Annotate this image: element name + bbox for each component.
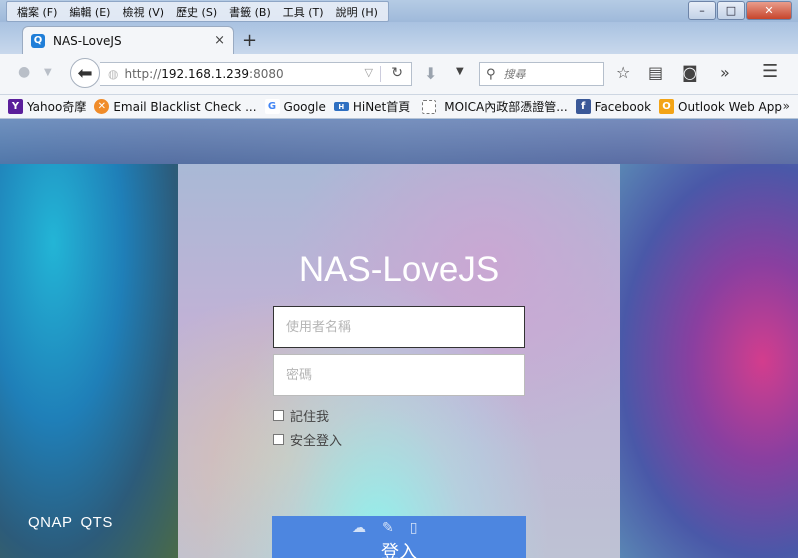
search-input[interactable] bbox=[501, 66, 596, 82]
search-box: ⚲ bbox=[479, 62, 604, 86]
window-controls: – □ ✕ bbox=[687, 1, 792, 20]
menu-view[interactable]: 檢視 (V) bbox=[116, 4, 170, 20]
username-input[interactable] bbox=[273, 306, 525, 348]
google-icon: G bbox=[264, 99, 280, 114]
login-button-label: 登入 bbox=[381, 542, 417, 558]
globe-icon: ◍ bbox=[108, 67, 119, 81]
url-text: http://192.168.1.239:8080 bbox=[124, 67, 284, 81]
minimize-button[interactable]: – bbox=[688, 1, 716, 20]
bookmark-label: Facebook bbox=[594, 99, 652, 114]
menu-bar: 檔案 (F) 編輯 (E) 檢視 (V) 歷史 (S) 書籤 (B) 工具 (T… bbox=[6, 1, 389, 22]
qnap-logo: QNAP QTS bbox=[28, 514, 113, 531]
bookmarks-bar: Y Yahoo奇摩 ✕ Email Blacklist Check ... G … bbox=[0, 95, 798, 119]
password-input[interactable] bbox=[273, 354, 525, 396]
bookmark-star-icon[interactable]: ☆ bbox=[616, 63, 630, 82]
search-icon: ⚲ bbox=[486, 66, 496, 82]
product-name: QTS bbox=[80, 514, 113, 531]
bookmark-label: Google bbox=[283, 99, 326, 114]
close-window-button[interactable]: ✕ bbox=[746, 1, 792, 20]
blacklist-check-icon: ✕ bbox=[94, 99, 110, 114]
tab-close-icon[interactable]: × bbox=[214, 33, 225, 48]
reload-icon[interactable]: ↻ bbox=[391, 65, 403, 81]
brand-name: QNAP bbox=[28, 514, 73, 531]
window-titlebar: 檔案 (F) 編輯 (E) 檢視 (V) 歷史 (S) 書籤 (B) 工具 (T… bbox=[0, 0, 798, 22]
qnap-favicon-icon: Q bbox=[31, 33, 45, 48]
bookmark-yahoo[interactable]: Y Yahoo奇摩 bbox=[8, 98, 86, 115]
secure-login-row[interactable]: 安全登入 bbox=[273, 430, 342, 449]
facebook-icon: f bbox=[575, 99, 591, 114]
menu-bookmarks[interactable]: 書籤 (B) bbox=[223, 4, 277, 20]
overflow-chevron-icon[interactable]: » bbox=[720, 63, 730, 82]
download-icon[interactable]: ⬇ bbox=[424, 64, 437, 83]
url-bar[interactable]: ◍ http://192.168.1.239:8080 ▽ ↻ bbox=[100, 62, 412, 86]
bookmark-label: Yahoo奇摩 bbox=[27, 100, 87, 114]
remember-me-checkbox[interactable] bbox=[273, 410, 284, 421]
navigation-bar: ● ▼ ⬅ ◍ http://192.168.1.239:8080 ▽ ↻ ⬇ … bbox=[0, 54, 798, 95]
outlook-icon: O bbox=[659, 99, 675, 114]
new-tab-button[interactable]: + bbox=[242, 30, 257, 51]
history-dropdown-icon[interactable]: ▼ bbox=[44, 67, 52, 78]
secure-login-checkbox[interactable] bbox=[273, 434, 284, 445]
menu-edit[interactable]: 編輯 (E) bbox=[63, 4, 116, 20]
bookmark-label: Email Blacklist Check ... bbox=[113, 99, 257, 114]
cloud-icon[interactable]: ☁ bbox=[352, 520, 366, 536]
more-bookmarks-icon[interactable]: » bbox=[783, 99, 790, 113]
url-dropdown-icon[interactable]: ▽ bbox=[365, 66, 373, 79]
bookmark-label: HiNet首頁 bbox=[352, 100, 411, 114]
bookmark-facebook[interactable]: f Facebook bbox=[575, 99, 652, 114]
bookmark-hinet[interactable]: H HiNet首頁 bbox=[333, 98, 411, 115]
remember-me-row[interactable]: 記住我 bbox=[273, 406, 329, 425]
arrow-left-icon: ⬅ bbox=[77, 62, 93, 84]
bookmark-email-blacklist[interactable]: ✕ Email Blacklist Check ... bbox=[94, 99, 257, 114]
service-icons: ☁ ✎ ▯ bbox=[352, 520, 417, 536]
bookmark-label: MOICA內政部憑證管... bbox=[444, 100, 568, 114]
url-divider bbox=[380, 66, 381, 82]
tab-title: NAS-LoveJS bbox=[53, 33, 122, 48]
right-backdrop bbox=[620, 164, 798, 558]
download-dropdown-icon[interactable]: ▼ bbox=[456, 66, 464, 77]
tab-strip: Q NAS-LoveJS × + bbox=[0, 22, 798, 54]
menu-help[interactable]: 說明 (H) bbox=[330, 4, 384, 20]
bookmark-label: Outlook Web App bbox=[678, 99, 783, 114]
maximize-button[interactable]: □ bbox=[717, 1, 745, 20]
remember-me-label: 記住我 bbox=[290, 410, 330, 425]
back-button[interactable]: ⬅ bbox=[70, 58, 100, 88]
left-backdrop bbox=[0, 164, 178, 558]
bookmark-moica[interactable]: MOICA內政部憑證管... bbox=[418, 98, 568, 115]
pocket-icon[interactable]: ◙ bbox=[682, 63, 698, 82]
book-icon[interactable]: ▯ bbox=[410, 520, 418, 536]
page-top-band bbox=[0, 120, 798, 164]
tab-nas-lovejs[interactable]: Q NAS-LoveJS × bbox=[22, 26, 234, 54]
login-page: NAS-LoveJS 記住我 安全登入 登入 ☁ ✎ ▯ QNAP QTS bbox=[0, 120, 798, 558]
blank-page-icon bbox=[422, 99, 437, 114]
yahoo-icon: Y bbox=[8, 99, 23, 114]
menu-history[interactable]: 歷史 (S) bbox=[170, 4, 223, 20]
menu-file[interactable]: 檔案 (F) bbox=[11, 4, 63, 20]
menu-tools[interactable]: 工具 (T) bbox=[277, 4, 330, 20]
reading-list-icon[interactable]: ▤ bbox=[648, 63, 663, 82]
wrench-icon[interactable]: ✎ bbox=[382, 520, 394, 536]
hamburger-menu-icon[interactable]: ☰ bbox=[762, 61, 778, 82]
hinet-icon: H bbox=[333, 102, 349, 111]
bookmark-google[interactable]: G Google bbox=[264, 99, 326, 114]
identity-icon[interactable]: ● bbox=[18, 64, 30, 80]
secure-login-label: 安全登入 bbox=[290, 434, 343, 449]
bookmark-outlook[interactable]: O Outlook Web App bbox=[659, 99, 782, 114]
nas-title: NAS-LoveJS bbox=[298, 250, 500, 289]
